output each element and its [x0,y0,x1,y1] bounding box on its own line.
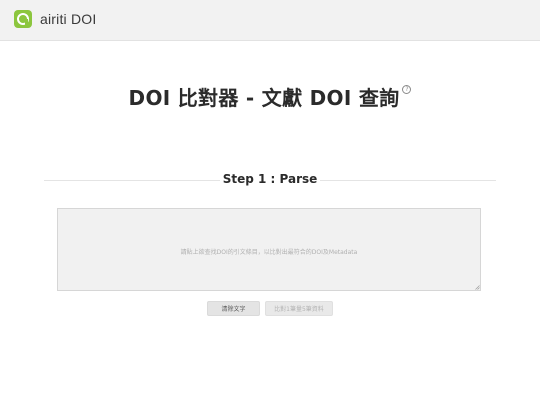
help-icon[interactable]: ? [402,85,412,94]
top-header: airiti DOI [0,0,540,41]
citation-input[interactable] [57,208,481,291]
page-title-container: DOI 比對器 - 文獻 DOI 查詢? [0,82,540,111]
clear-text-button[interactable]: 清除文字 [207,301,260,316]
airiti-logo-icon[interactable] [14,10,32,28]
compare-button[interactable]: 比對1筆量5筆資料 [265,301,333,316]
resize-handle-icon[interactable] [475,285,480,290]
logo-text[interactable]: airiti DOI [40,11,96,27]
step-label: Step 1 : Parse [220,172,320,186]
page-title: DOI 比對器 - 文獻 DOI 查詢 [128,86,400,110]
